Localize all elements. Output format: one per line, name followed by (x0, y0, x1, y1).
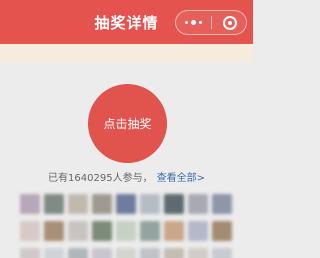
avatar[interactable] (92, 221, 112, 241)
draw-button[interactable]: 点击抽奖 (88, 84, 167, 163)
avatar[interactable] (188, 221, 208, 241)
avatar[interactable] (116, 248, 136, 258)
avatar[interactable] (140, 221, 160, 241)
avatar[interactable] (20, 248, 40, 258)
avatar[interactable] (164, 194, 184, 214)
avatar[interactable] (68, 221, 88, 241)
more-dots-icon[interactable] (176, 11, 211, 34)
mini-program-capsule (175, 10, 247, 35)
avatar[interactable] (140, 248, 160, 258)
avatar[interactable] (20, 194, 40, 214)
avatar[interactable] (188, 248, 208, 258)
avatar[interactable] (164, 221, 184, 241)
avatar[interactable] (212, 221, 232, 241)
avatar[interactable] (116, 194, 136, 214)
avatar[interactable] (140, 194, 160, 214)
avatar[interactable] (164, 248, 184, 258)
notice-strip (0, 44, 253, 62)
draw-button-label: 点击抽奖 (103, 117, 152, 131)
avatar[interactable] (188, 194, 208, 214)
avatar[interactable] (68, 248, 88, 258)
avatar[interactable] (20, 221, 40, 241)
view-all-link[interactable]: 查看全部> (157, 173, 205, 184)
avatar[interactable] (44, 194, 64, 214)
target-close-icon[interactable] (223, 16, 237, 30)
capsule-divider (211, 16, 212, 29)
avatar[interactable] (44, 221, 64, 241)
nav-header: 抽奖详情 (0, 0, 253, 44)
avatar[interactable] (68, 194, 88, 214)
participants-count-text: 已有1640295人参与， (48, 173, 153, 184)
avatar[interactable] (44, 248, 64, 258)
avatar[interactable] (212, 248, 232, 258)
avatar[interactable] (92, 248, 112, 258)
avatar[interactable] (92, 194, 112, 214)
participant-avatars (20, 194, 236, 258)
avatar[interactable] (116, 221, 136, 241)
participants-line: 已有1640295人参与， 查看全部> (0, 169, 253, 184)
avatar[interactable] (212, 194, 232, 214)
